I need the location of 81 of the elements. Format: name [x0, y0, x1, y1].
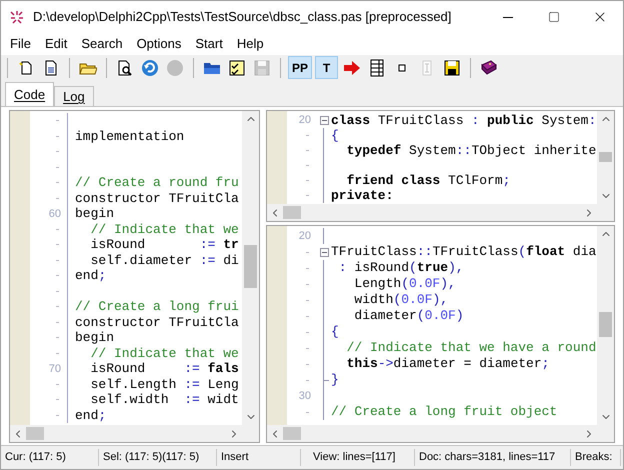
fold-toggle[interactable] [320, 116, 328, 125]
scroll-thumb[interactable] [283, 427, 301, 440]
tab[interactable]: Log [54, 86, 94, 106]
book-icon [480, 58, 498, 76]
toggle-button[interactable]: T [315, 56, 338, 79]
horizontal-scrollbar[interactable] [267, 425, 614, 442]
code-line: // Create a round fru [75, 174, 239, 192]
code-line: // Indicate that we [90, 344, 239, 362]
menu-item[interactable]: Search [74, 34, 130, 54]
line-number: 70 [48, 362, 61, 376]
document-search-icon [116, 58, 134, 76]
line-number: 60 [48, 206, 61, 222]
status-text: Sel: (117: 5)(117: 5) [99, 449, 217, 466]
scroll-thumb[interactable] [26, 427, 44, 440]
code-line: self.Length := Leng [90, 376, 239, 394]
code-line: // Indicate that we [90, 220, 239, 238]
code-line: constructor TFruitCla [75, 190, 239, 208]
code-line: this->diameter = diameter; [346, 355, 550, 374]
menu-item[interactable]: Options [130, 34, 188, 54]
code-line: self.diameter := di [90, 252, 239, 270]
undo-icon [141, 58, 159, 76]
maximize-icon [548, 11, 560, 23]
scroll-thumb[interactable] [599, 152, 612, 162]
code-line: } [331, 371, 339, 390]
window-title: D:\develop\Delphi2Cpp\Tests\TestSource\dbsc_class.pas [preprocessed] [33, 8, 452, 26]
code-line: implementation [75, 128, 184, 146]
code-line: self.width := widt [90, 391, 239, 409]
square-icon [398, 64, 406, 72]
code-line: // Indicate that we have a round [346, 339, 596, 358]
code-line: end; [75, 267, 106, 285]
vertical-scrollbar[interactable] [597, 111, 614, 204]
fold-toggle[interactable] [320, 248, 328, 256]
status-text: Cur: (117: 5) [1, 449, 99, 466]
code-line: end; [75, 406, 106, 424]
code-line: begin [75, 329, 114, 347]
code-editor[interactable]: 20 class TFruitClass : public System: { typedef System::TObject inherite friend class TClForm; private: [266, 110, 615, 222]
toggle-button[interactable]: PP [288, 56, 312, 79]
tab[interactable]: Code [5, 82, 54, 106]
code-line: // Create a long frui [75, 298, 239, 316]
app-icon [9, 9, 25, 25]
horizontal-scrollbar[interactable] [10, 425, 259, 442]
code-line: { [331, 126, 339, 145]
code-line: { [331, 323, 339, 342]
menu-item[interactable]: Help [230, 34, 271, 54]
code-line: Length(0.0F), [353, 275, 456, 294]
code-line: typedef System::TObject inherite [346, 142, 596, 160]
status-text: Breaks: [571, 449, 621, 466]
menu-item[interactable]: File [3, 34, 38, 54]
line-number: 20 [298, 228, 311, 244]
checklist-icon [228, 58, 246, 76]
code-line: private: [331, 186, 394, 205]
arrow-icon [343, 58, 362, 76]
code-line: friend class TClForm; [346, 172, 510, 190]
list-icon [368, 58, 386, 76]
code-line: // Create a long fruit object [331, 403, 558, 422]
line-number: 20 [298, 113, 311, 128]
status-text: Doc: chars=3181, lines=117 [415, 449, 571, 466]
code-line: constructor TFruitCla [75, 314, 239, 332]
vertical-scrollbar[interactable] [597, 226, 614, 425]
code-line: isRound := tr [90, 236, 239, 254]
minimize-icon [503, 16, 513, 18]
line-number: 30 [298, 388, 311, 404]
code-editor[interactable] [9, 110, 260, 443]
code-line: width(0.0F), [353, 291, 448, 310]
code-line: : isRound(true), [338, 259, 464, 278]
code-line: isRound := fals [90, 360, 239, 378]
horizontal-scrollbar[interactable] [267, 204, 614, 221]
code-line: TFruitClass::TFruitClass(float dia [331, 243, 596, 262]
scroll-thumb[interactable] [599, 312, 612, 338]
vertical-scrollbar[interactable] [242, 111, 259, 425]
scroll-thumb[interactable] [283, 206, 301, 219]
scroll-thumb[interactable] [244, 245, 257, 288]
code-line: diameter(0.0F) [353, 307, 464, 326]
code-line: class TFruitClass : public System: [331, 112, 596, 130]
menu-item[interactable]: Edit [38, 34, 74, 54]
circle-icon [166, 58, 184, 76]
status-text: View: lines=[117] [309, 449, 415, 466]
status-text: Insert [217, 449, 301, 466]
code-line: begin [75, 205, 114, 223]
menu-item[interactable]: Start [188, 34, 230, 54]
code-editor[interactable]: 20 TFruitClass::TFruitClass(float dia : isRound(true), Length(0.0F), width(0.0F), diameter(0.0F) { // Indicate that we have a round this->diameter = diameter; } 30 // Create a long fruit object [266, 225, 615, 443]
